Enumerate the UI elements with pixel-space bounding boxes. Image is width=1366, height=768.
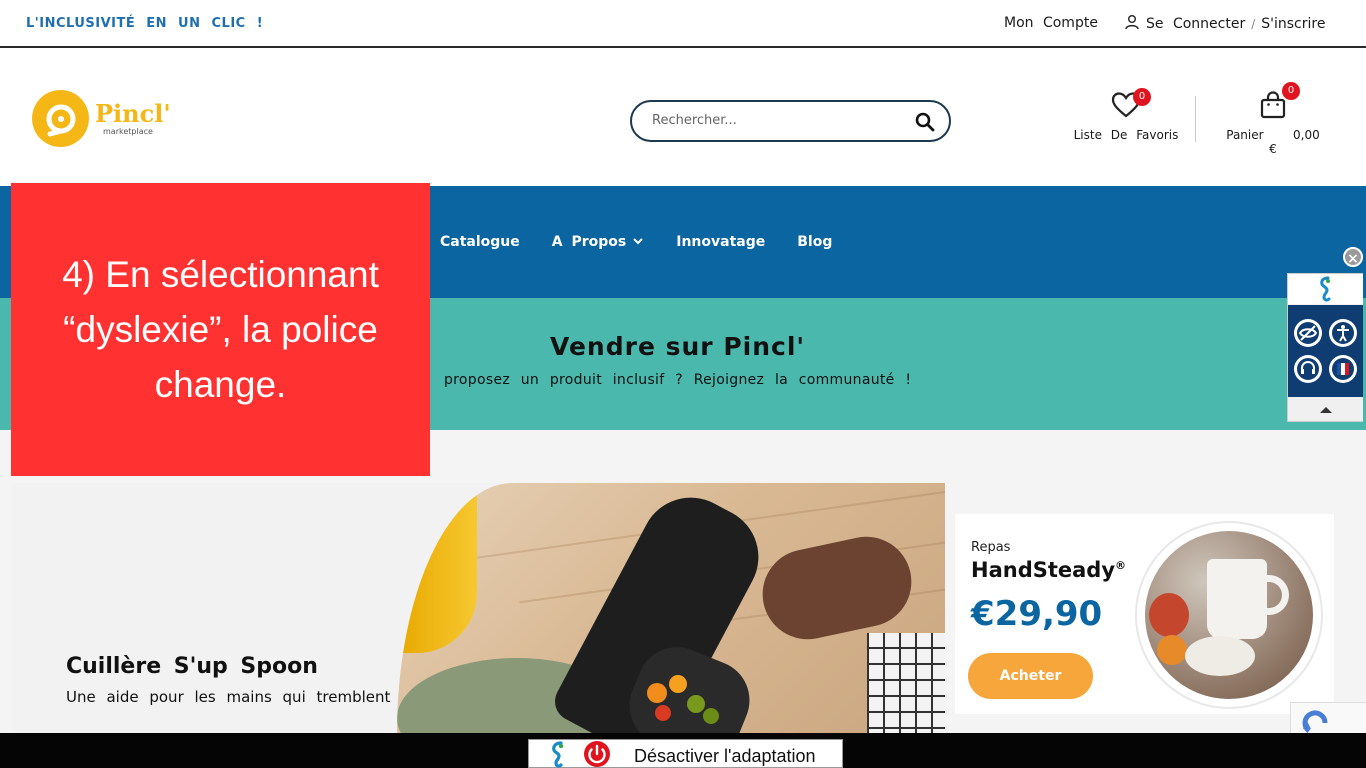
hero-slide[interactable]: Cuillère S'up Spoon Une aide pour les ma… <box>12 483 945 733</box>
logo-name: Pincl' <box>95 99 171 128</box>
logo-mark-icon <box>32 90 89 147</box>
site-logo[interactable]: Pincl' marketplace <box>32 90 171 147</box>
accessibility-widget <box>1287 273 1363 422</box>
logo-subtitle: marketplace <box>103 127 153 136</box>
product-name: HandSteady® <box>971 558 1126 582</box>
hero-subtitle: Une aide pour les mains qui tremblent <box>66 688 391 706</box>
login-link[interactable]: Se Connecter <box>1146 16 1245 32</box>
cart-label-text: Panier <box>1226 128 1264 142</box>
search-icon[interactable] <box>915 112 935 136</box>
hero-title: Cuillère S'up Spoon <box>66 654 318 679</box>
cart-label: Panier 0,00 € <box>1218 128 1328 156</box>
nav-item-blog[interactable]: Blog <box>797 234 832 250</box>
collapse-arrow-icon[interactable] <box>1288 398 1363 422</box>
product-category: Repas <box>971 540 1011 555</box>
product-card[interactable]: Repas HandSteady® €29,90 Acheter <box>955 514 1334 714</box>
callout-text: 4) En sélectionnant “dyslexie”, la polic… <box>62 254 379 405</box>
my-account-link[interactable]: Mon Compte <box>1004 15 1098 31</box>
chevron-down-icon <box>632 234 644 250</box>
header-divider <box>1195 96 1196 142</box>
nav-item-label: Blog <box>797 234 833 250</box>
wishlist-button[interactable]: 0 Liste De Favoris <box>1068 88 1184 142</box>
nav-item-label: A Propos <box>551 234 627 250</box>
wishlist-label: Liste De Favoris <box>1073 128 1179 142</box>
nav-item-catalogue[interactable]: Catalogue <box>440 234 520 250</box>
deactivate-adaptation-button[interactable]: Désactiver l'adaptation <box>528 739 843 768</box>
header: Pincl' marketplace 0 Liste De Favoris 0 … <box>0 50 1366 186</box>
vision-icon[interactable] <box>1294 319 1322 347</box>
signup-link[interactable]: S'inscrire <box>1261 16 1325 32</box>
seahorse-icon <box>545 741 575 768</box>
trademark: ® <box>1115 559 1127 572</box>
user-icon[interactable] <box>1124 14 1140 34</box>
page: L'INCLUSIVITÉ EN UN CLIC ! Mon Compte Se… <box>0 0 1366 768</box>
buy-button[interactable]: Acheter <box>968 653 1093 699</box>
wishlist-count-badge: 0 <box>1133 88 1151 106</box>
deactivate-label: Désactiver l'adaptation <box>634 746 816 766</box>
product-name-text: HandSteady <box>971 558 1116 582</box>
tagline: L'INCLUSIVITÉ EN UN CLIC ! <box>26 16 264 31</box>
cart-total: 0,00 € <box>1269 128 1320 156</box>
heart-icon <box>1110 92 1142 124</box>
product-image[interactable] <box>1135 521 1323 709</box>
search-bar <box>630 100 951 142</box>
tutorial-callout: 4) En sélectionnant “dyslexie”, la polic… <box>11 183 430 476</box>
accessibility-person-icon[interactable] <box>1329 319 1357 347</box>
search-input[interactable] <box>652 113 902 128</box>
headset-icon[interactable] <box>1294 355 1322 383</box>
seahorse-logo-icon <box>1288 274 1363 304</box>
nav-item-label: Innovatage <box>676 234 766 250</box>
hero-photo <box>397 483 945 733</box>
shopping-bag-icon <box>1258 91 1288 124</box>
cart-count-badge: 0 <box>1282 82 1300 100</box>
language-flag-icon[interactable] <box>1329 355 1357 383</box>
nav-item-innovatage[interactable]: Innovatage <box>676 234 765 250</box>
top-bar: L'INCLUSIVITÉ EN UN CLIC ! Mon Compte Se… <box>0 0 1366 48</box>
login-separator: / <box>1251 17 1256 31</box>
product-price: €29,90 <box>971 594 1103 634</box>
cart-button[interactable]: 0 Panier 0,00 € <box>1218 82 1328 156</box>
sell-title: Vendre sur Pincl' <box>550 332 806 361</box>
accessibility-close-button[interactable]: × <box>1343 247 1363 267</box>
sell-subtitle: proposez un produit inclusif ? Rejoignez… <box>444 372 912 388</box>
power-icon <box>579 740 615 768</box>
nav-item-a-propos[interactable]: A Propos <box>552 234 644 250</box>
login-area: Se Connecter / S'inscrire <box>1124 14 1325 34</box>
nav-item-label: Catalogue <box>440 234 520 250</box>
